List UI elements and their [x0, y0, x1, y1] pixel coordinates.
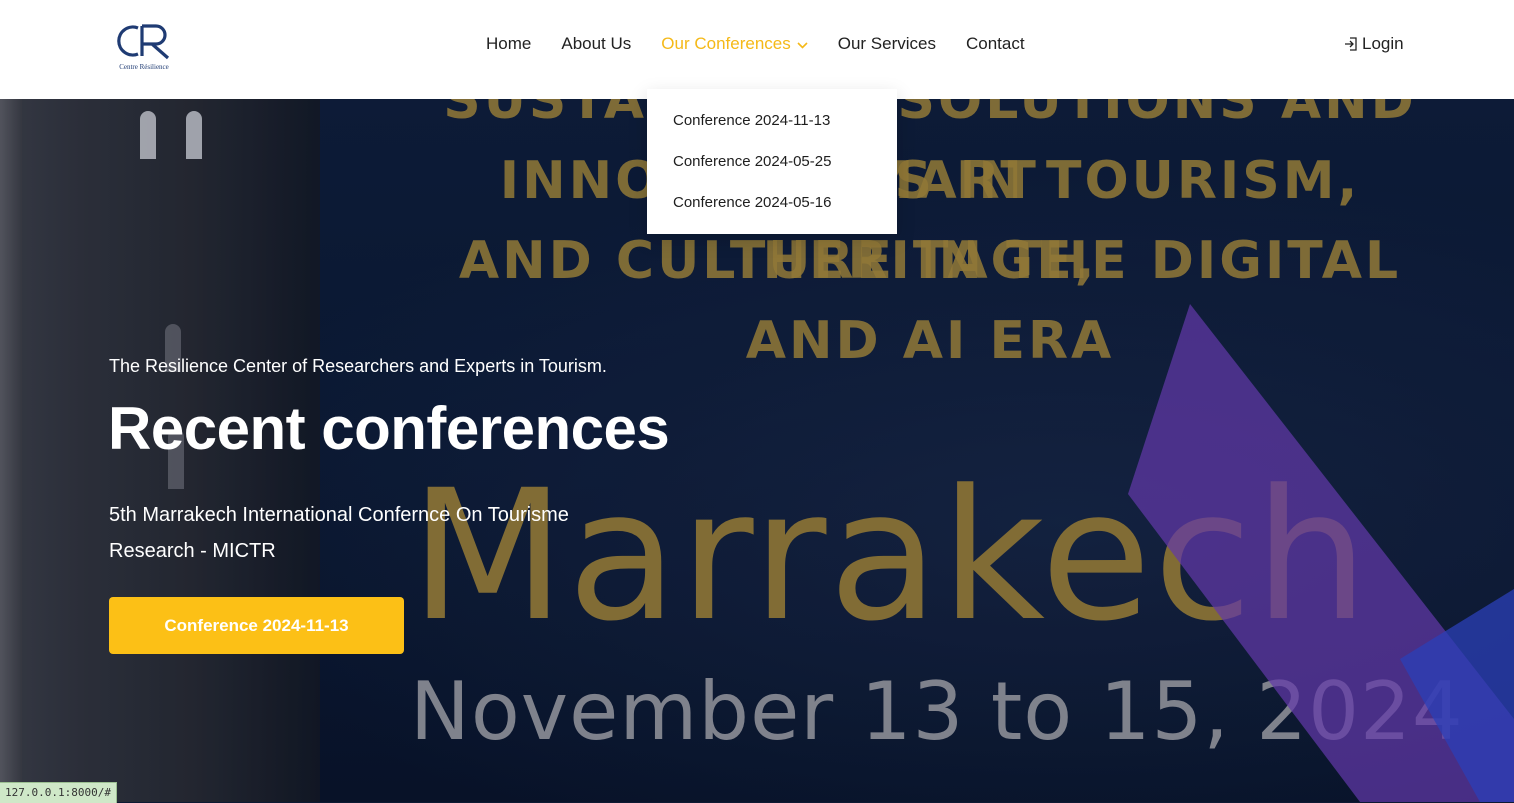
- hero-title: Recent conferences: [108, 395, 670, 462]
- hero-subtitle: 5th Marrakech International Confernce On…: [109, 504, 569, 562]
- nav-contact[interactable]: Contact: [966, 33, 1025, 55]
- site-header: Centre Résilience Home About Us Our Conf…: [0, 0, 1514, 99]
- login-button[interactable]: Login: [1343, 33, 1404, 55]
- logo[interactable]: Centre Résilience: [112, 22, 176, 74]
- logo-subtitle: Centre Résilience: [119, 63, 169, 71]
- dropdown-item-conference-2024-05-16[interactable]: Conference 2024-05-16: [673, 194, 831, 212]
- status-bar-url: 127.0.0.1:8000/#: [0, 782, 117, 803]
- main-nav: Home About Us Our Conferences Our Servic…: [486, 33, 1055, 55]
- nav-contact-label: Contact: [966, 34, 1025, 53]
- nav-our-services-label: Our Services: [837, 34, 936, 53]
- login-icon: [1345, 37, 1357, 51]
- hero-tagline: The Resilience Center of Researchers and…: [109, 356, 607, 376]
- nav-our-services[interactable]: Our Services: [838, 33, 936, 55]
- nav-about-us[interactable]: About Us: [561, 33, 631, 55]
- nav-about-us-label: About Us: [561, 34, 632, 53]
- nav-our-conferences[interactable]: Our Conferences: [661, 33, 808, 55]
- dropdown-item-conference-2024-11-13[interactable]: Conference 2024-11-13: [673, 112, 830, 130]
- dropdown-item-conference-2024-05-25[interactable]: Conference 2024-05-25: [673, 153, 831, 171]
- nav-home-label: Home: [486, 34, 532, 53]
- conferences-dropdown-menu: Conference 2024-11-13 Conference 2024-05…: [647, 89, 897, 234]
- conference-cta-button[interactable]: Conference 2024-11-13: [109, 597, 404, 654]
- logo-mark-icon: [117, 24, 170, 60]
- login-label: Login: [1362, 34, 1404, 53]
- chevron-down-icon: [797, 33, 808, 55]
- nav-home[interactable]: Home: [486, 33, 531, 55]
- nav-our-conferences-label: Our Conferences: [661, 34, 791, 53]
